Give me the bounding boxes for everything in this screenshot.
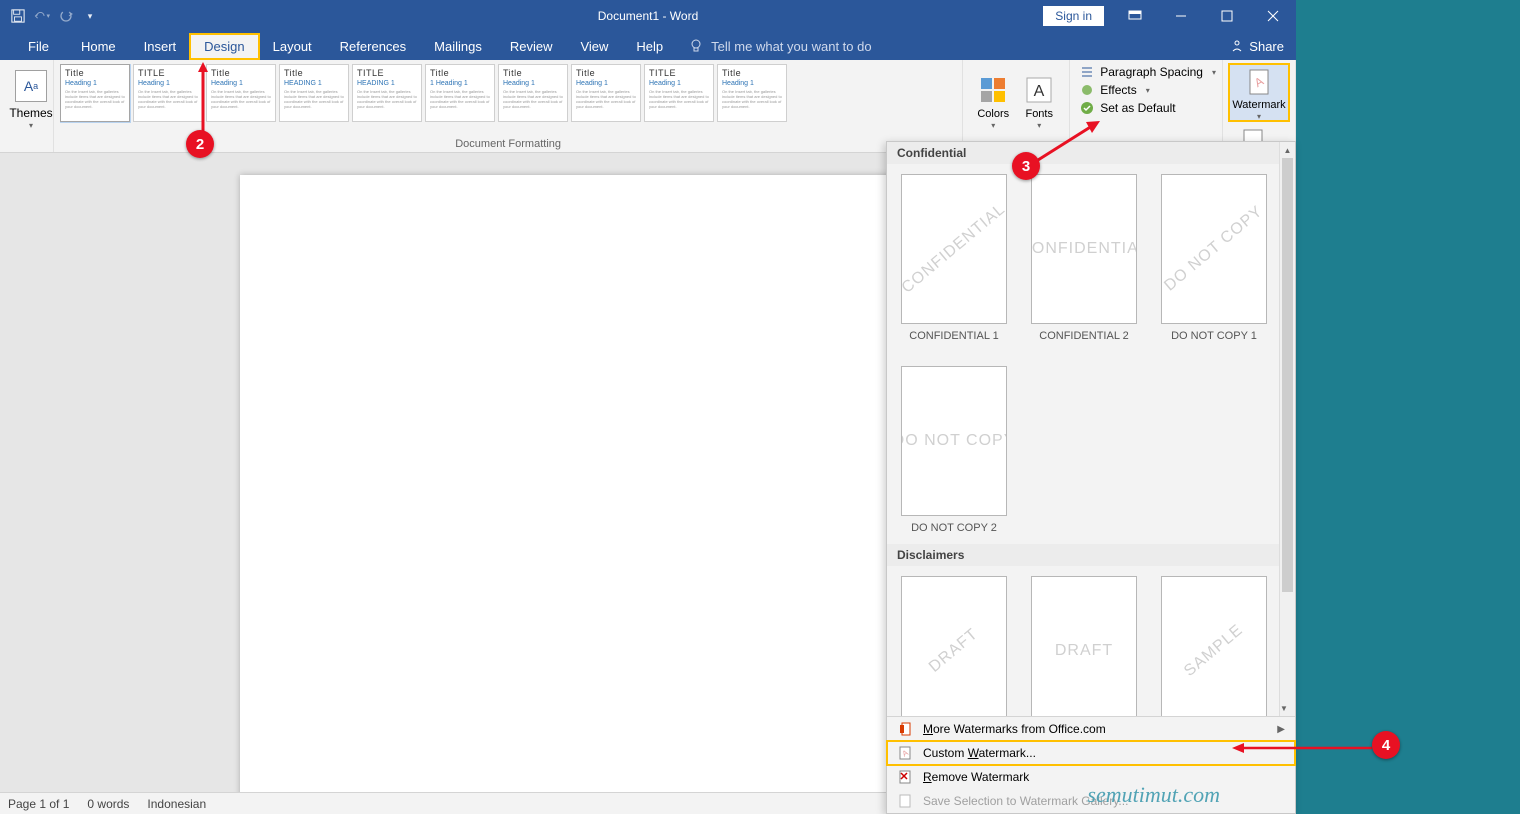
undo-icon[interactable]: ▾	[34, 8, 50, 24]
watermark-icon: A	[1245, 68, 1273, 96]
watermark-gallery-item[interactable]: CONFIDENTIALCONFIDENTIAL 1	[901, 174, 1007, 342]
paragraph-spacing-button[interactable]: Paragraph Spacing▾	[1080, 64, 1216, 80]
tab-help[interactable]: Help	[622, 34, 677, 59]
redo-icon[interactable]	[58, 8, 74, 24]
scroll-thumb[interactable]	[1282, 158, 1293, 592]
tab-design[interactable]: Design	[190, 34, 258, 59]
ribbon-tabs: File Home Insert Design Layout Reference…	[0, 32, 1296, 60]
watermark-gallery-item[interactable]: DRAFTDRAFT 2	[1031, 576, 1137, 716]
tab-view[interactable]: View	[566, 34, 622, 59]
watermark-caption: DO NOT COPY 2	[911, 522, 997, 534]
chevron-down-icon: ▾	[29, 121, 33, 130]
style-thumb[interactable]: TITLEHeading 1On the Insert tab, the gal…	[644, 64, 714, 122]
watermark-button[interactable]: A Watermark ▾	[1229, 64, 1289, 121]
source-watermark: semutimut.com	[1087, 782, 1220, 808]
fonts-icon: A	[1025, 76, 1053, 104]
office-icon	[897, 721, 913, 737]
style-thumb[interactable]: Title1 Heading 1On the Insert tab, the g…	[425, 64, 495, 122]
remove-icon	[897, 769, 913, 785]
more-watermarks-menu-item[interactable]: More Watermarks from Office.com ▶	[887, 717, 1295, 741]
chevron-down-icon: ▾	[991, 121, 995, 130]
style-thumb[interactable]: TITLEHEADING 1On the Insert tab, the gal…	[352, 64, 422, 122]
qat-customize-icon[interactable]: ▾	[82, 8, 98, 24]
watermark-gallery-item[interactable]: DO NOT COPYDO NOT COPY 2	[901, 366, 1007, 534]
set-as-default-button[interactable]: Set as Default	[1080, 100, 1216, 116]
lightbulb-icon	[689, 39, 703, 53]
page-background-group: A Watermark ▾ Page Color Page Borders	[1223, 60, 1296, 152]
effects-icon	[1080, 83, 1094, 97]
paragraph-spacing-icon	[1080, 65, 1094, 79]
style-thumb[interactable]: TitleHEADING 1On the Insert tab, the gal…	[279, 64, 349, 122]
tab-insert[interactable]: Insert	[130, 34, 191, 59]
tab-home[interactable]: Home	[67, 34, 130, 59]
style-thumb[interactable]: TitleHeading 1On the Insert tab, the gal…	[60, 64, 130, 122]
style-thumb[interactable]: TitleHeading 1On the Insert tab, the gal…	[498, 64, 568, 122]
watermark-small-icon: A	[897, 745, 913, 761]
tab-references[interactable]: References	[326, 34, 420, 59]
effects-button[interactable]: Effects▾	[1080, 82, 1216, 98]
colors-icon	[979, 76, 1007, 104]
watermark-caption: CONFIDENTIAL 2	[1039, 330, 1128, 342]
scroll-up-icon[interactable]: ▲	[1280, 142, 1295, 158]
sign-in-button[interactable]: Sign in	[1043, 6, 1104, 26]
tab-review[interactable]: Review	[496, 34, 567, 59]
save-icon[interactable]	[10, 8, 26, 24]
tell-me-search[interactable]: Tell me what you want to do	[689, 39, 871, 54]
chevron-right-icon: ▶	[1277, 724, 1285, 735]
scrollbar[interactable]: ▲ ▼	[1279, 142, 1295, 716]
close-button[interactable]	[1250, 0, 1296, 32]
svg-text:A: A	[1034, 83, 1045, 100]
tab-mailings[interactable]: Mailings	[420, 34, 496, 59]
style-thumb[interactable]: TitleHeading 1On the Insert tab, the gal…	[717, 64, 787, 122]
watermark-gallery-item[interactable]: CONFIDENTIALCONFIDENTIAL 2	[1031, 174, 1137, 342]
annotation-3: 3	[1012, 152, 1040, 180]
tab-layout[interactable]: Layout	[259, 34, 326, 59]
watermark-gallery-item[interactable]: DRAFTDRAFT 1	[901, 576, 1007, 716]
style-gallery[interactable]: TitleHeading 1On the Insert tab, the gal…	[60, 64, 956, 126]
themes-icon: Aa	[15, 70, 47, 102]
watermark-gallery-item[interactable]: DO NOT COPYDO NOT COPY 1	[1161, 174, 1267, 342]
style-thumb[interactable]: TitleHeading 1On the Insert tab, the gal…	[206, 64, 276, 122]
ribbon-display-options-icon[interactable]	[1112, 0, 1158, 32]
chevron-down-icon: ▾	[1257, 112, 1261, 121]
style-thumb[interactable]: TITLEHeading 1On the Insert tab, the gal…	[133, 64, 203, 122]
share-button[interactable]: Share	[1230, 39, 1284, 54]
share-icon	[1230, 39, 1244, 53]
window-title: Document1 - Word	[598, 9, 698, 23]
colors-button[interactable]: Colors ▾	[971, 64, 1015, 138]
language-status[interactable]: Indonesian	[147, 797, 206, 811]
watermark-section-header: Disclaimers	[887, 544, 1295, 566]
scroll-down-icon[interactable]: ▼	[1280, 700, 1288, 716]
watermark-caption: DO NOT COPY 1	[1171, 330, 1257, 342]
minimize-button[interactable]	[1158, 0, 1204, 32]
check-icon	[1080, 101, 1094, 115]
annotation-4: 4	[1372, 731, 1400, 759]
word-count[interactable]: 0 words	[87, 797, 129, 811]
maximize-button[interactable]	[1204, 0, 1250, 32]
watermark-gallery-item[interactable]: SAMPLESAMPLE 1	[1161, 576, 1267, 716]
title-bar: ▾ ▾ Document1 - Word Sign in	[0, 0, 1296, 32]
style-thumb[interactable]: TitleHeading 1On the Insert tab, the gal…	[571, 64, 641, 122]
annotation-2: 2	[186, 130, 214, 158]
tab-file[interactable]: File	[10, 34, 67, 59]
watermark-caption: CONFIDENTIAL 1	[909, 330, 998, 342]
save-gallery-icon	[897, 793, 913, 809]
page-count[interactable]: Page 1 of 1	[8, 797, 69, 811]
themes-button[interactable]: Aa Themes ▾	[6, 64, 56, 130]
watermark-dropdown-panel: ConfidentialCONFIDENTIALCONFIDENTIAL 1CO…	[886, 141, 1296, 814]
